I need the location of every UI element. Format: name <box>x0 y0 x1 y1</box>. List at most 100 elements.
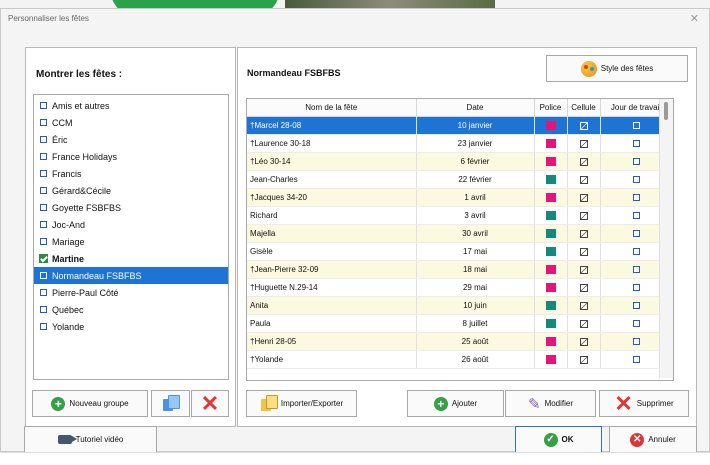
edit-pencil-icon: ✎ <box>527 395 541 413</box>
column-police-header[interactable]: Police <box>534 99 568 117</box>
group-label: Amis et autres <box>52 100 110 111</box>
ok-button[interactable]: ✓ OK <box>515 426 602 453</box>
delete-holiday-button[interactable]: ✕ Supprimer <box>599 390 689 417</box>
checkbox-icon[interactable] <box>40 323 47 330</box>
font-color-swatch <box>545 265 556 275</box>
group-item[interactable]: Québec <box>34 301 228 318</box>
workday-checkbox-icon <box>632 356 640 364</box>
video-camera-icon <box>57 435 77 444</box>
table-vertical-scrollbar[interactable] <box>659 99 673 378</box>
checkbox-icon[interactable] <box>40 238 47 245</box>
column-cell-header[interactable]: Cellule <box>567 99 601 117</box>
table-row[interactable]: †Huguette N.29-14 29 mai <box>247 278 673 297</box>
cancel-icon: ✕ <box>630 432 645 447</box>
checked-checkbox-icon[interactable] <box>39 254 48 263</box>
table-row[interactable]: Paula 8 juillet <box>247 314 673 333</box>
cell-pattern-icon <box>579 229 588 238</box>
add-holiday-button[interactable]: + Ajouter <box>407 390 504 417</box>
checkbox-icon[interactable] <box>40 221 47 228</box>
cell-pattern-icon <box>579 355 588 364</box>
group-item[interactable]: CCM <box>34 114 228 131</box>
table-row[interactable]: †Jean-Pierre 32-09 18 mai <box>247 260 673 279</box>
table-row[interactable]: Richard 3 avril <box>247 206 673 225</box>
video-tutorial-button[interactable]: Tutoriel vidéo <box>24 426 157 453</box>
table-row[interactable]: †Henri 28-05 25 août <box>247 332 673 351</box>
checkbox-icon[interactable] <box>40 187 47 194</box>
group-item[interactable]: Gérard&Cécile <box>34 182 228 199</box>
customize-holidays-dialog: Personnaliser les fêtes ✕ Montrer les fê… <box>0 8 710 453</box>
close-icon[interactable]: ✕ <box>690 12 699 25</box>
holiday-table: Nom de la fête Date Police Cellule Jour … <box>246 98 674 381</box>
table-row[interactable]: †Yolande 26 août <box>247 350 673 369</box>
group-label: Mariage <box>52 236 85 247</box>
font-color-swatch <box>545 121 556 131</box>
table-row[interactable]: †Léo 30-14 6 février <box>247 152 673 171</box>
modify-holiday-button[interactable]: ✎ Modifier <box>505 390 596 417</box>
table-row-selected[interactable]: †Marcel 28-08 10 janvier <box>247 116 673 135</box>
import-export-button[interactable]: Importer/Exporter <box>246 390 357 417</box>
checkbox-icon[interactable] <box>40 272 47 279</box>
checkbox-icon[interactable] <box>40 119 47 126</box>
group-item[interactable]: Pierre-Paul Côté <box>34 284 228 301</box>
delete-group-button[interactable]: ✕ <box>191 390 229 417</box>
workday-checkbox-icon <box>632 230 640 238</box>
group-item-checked[interactable]: Martine <box>34 250 228 267</box>
font-color-swatch <box>545 229 556 239</box>
group-item[interactable]: Amis et autres <box>34 97 228 114</box>
group-item[interactable]: Éric <box>34 131 228 148</box>
table-row[interactable]: Anita 10 juin <box>247 296 673 315</box>
checkbox-icon[interactable] <box>40 204 47 211</box>
group-label: Québec <box>52 304 84 315</box>
workday-checkbox-icon <box>632 320 640 328</box>
workday-checkbox-icon <box>632 302 640 310</box>
table-row[interactable]: Jean-Charles 22 février <box>247 170 673 189</box>
workday-checkbox-icon <box>632 122 640 130</box>
group-label: CCM <box>52 117 73 128</box>
cell-pattern-icon <box>579 337 588 346</box>
copy-icon <box>162 395 180 412</box>
group-item[interactable]: Francis <box>34 165 228 182</box>
table-body: †Marcel 28-08 10 janvier †Laurence 30-18 2… <box>247 116 673 369</box>
add-icon: + <box>51 396 66 411</box>
group-item[interactable]: Joc-And <box>34 216 228 233</box>
workday-checkbox-icon <box>632 194 640 202</box>
font-color-swatch <box>545 283 556 293</box>
font-color-swatch <box>545 193 556 203</box>
checkbox-icon[interactable] <box>40 153 47 160</box>
cell-pattern-icon <box>579 193 588 202</box>
group-item[interactable]: Yolande <box>34 318 228 335</box>
table-row[interactable]: †Jacques 34-20 1 avril <box>247 188 673 207</box>
checkbox-icon[interactable] <box>40 289 47 296</box>
cell-pattern-icon <box>579 139 588 148</box>
table-header: Nom de la fête Date Police Cellule Jour … <box>247 99 673 117</box>
delete-icon: ✕ <box>200 390 220 416</box>
table-row[interactable]: Majella 30 avril <box>247 224 673 243</box>
column-name-header[interactable]: Nom de la fête <box>247 99 417 117</box>
table-row[interactable]: Gisèle 17 mai <box>247 242 673 261</box>
holiday-style-button[interactable]: Style des fêtes <box>546 55 688 82</box>
group-item[interactable]: Mariage <box>34 233 228 250</box>
folder-icon <box>260 395 278 412</box>
group-item-selected[interactable]: Normandeau FSBFBS <box>34 267 228 284</box>
group-title: Normandeau FSBFBS <box>247 68 341 78</box>
column-date-header[interactable]: Date <box>416 99 535 117</box>
workday-checkbox-icon <box>632 176 640 184</box>
group-label: Goyette FSBFBS <box>52 202 122 213</box>
checkbox-icon[interactable] <box>40 102 47 109</box>
holiday-groups-list[interactable]: Amis et autres CCM Éric France Holidays … <box>33 94 229 380</box>
group-item[interactable]: France Holidays <box>34 148 228 165</box>
checkbox-icon[interactable] <box>40 136 47 143</box>
scrollbar-thumb[interactable] <box>664 102 668 120</box>
checkbox-icon[interactable] <box>40 170 47 177</box>
group-label: Normandeau FSBFBS <box>52 270 142 281</box>
table-row[interactable]: †Laurence 30-18 23 janvier <box>247 134 673 153</box>
cancel-button[interactable]: ✕ Annuler <box>609 426 697 453</box>
copy-group-button[interactable] <box>151 390 190 417</box>
font-color-swatch <box>545 337 556 347</box>
checkbox-icon[interactable] <box>40 306 47 313</box>
cell-pattern-icon <box>579 157 588 166</box>
font-color-swatch <box>545 157 556 167</box>
new-group-button[interactable]: + Nouveau groupe <box>32 390 148 417</box>
font-color-swatch <box>545 355 556 365</box>
group-item[interactable]: Goyette FSBFBS <box>34 199 228 216</box>
